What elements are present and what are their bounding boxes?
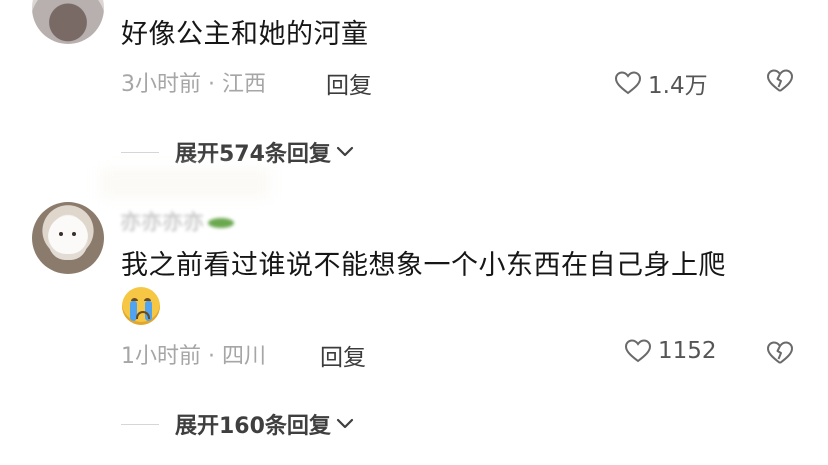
chevron-down-icon — [336, 146, 354, 157]
blurred-region — [100, 168, 270, 198]
like-count: 1.4万 — [648, 73, 708, 99]
divider — [121, 423, 159, 425]
expand-replies-button[interactable]: 展开160条回复 — [121, 408, 355, 440]
heart-outline-icon — [614, 71, 642, 95]
comment-text: 我之前看过谁说不能想象一个小东西在自己身上爬 — [121, 250, 726, 281]
divider — [121, 151, 159, 153]
dog-avatar-image — [48, 216, 88, 260]
leaf-badge-icon — [208, 218, 234, 228]
like-button[interactable]: 1.4万 — [614, 66, 708, 100]
comment-meta: 1小时前 · 四川 — [121, 344, 266, 369]
expand-replies-label: 展开160条回复 — [175, 414, 331, 439]
broken-heart-icon[interactable] — [766, 340, 794, 366]
broken-heart-icon[interactable] — [766, 68, 794, 94]
reply-button[interactable]: 回复 — [320, 338, 366, 372]
avatar[interactable] — [32, 0, 104, 44]
avatar[interactable] — [32, 202, 104, 274]
heart-outline-icon — [624, 339, 652, 363]
comment-thread: 好像公主和她的河童 3小时前 · 江西 回复 1.4万 展开574条回复 亦亦亦… — [0, 0, 828, 465]
like-count: 1152 — [658, 338, 717, 364]
chevron-down-icon — [336, 418, 354, 429]
reply-button[interactable]: 回复 — [326, 66, 372, 100]
comment-meta: 3小时前 · 江西 — [121, 72, 266, 97]
username-text: 亦亦亦亦 — [120, 210, 204, 234]
username[interactable]: 亦亦亦亦 — [120, 206, 234, 236]
crying-face-emoji-icon — [122, 287, 160, 325]
like-button[interactable]: 1152 — [624, 338, 717, 364]
comment-text: 好像公主和她的河童 — [121, 19, 369, 50]
expand-replies-button[interactable]: 展开574条回复 — [121, 136, 355, 168]
expand-replies-label: 展开574条回复 — [175, 142, 331, 167]
